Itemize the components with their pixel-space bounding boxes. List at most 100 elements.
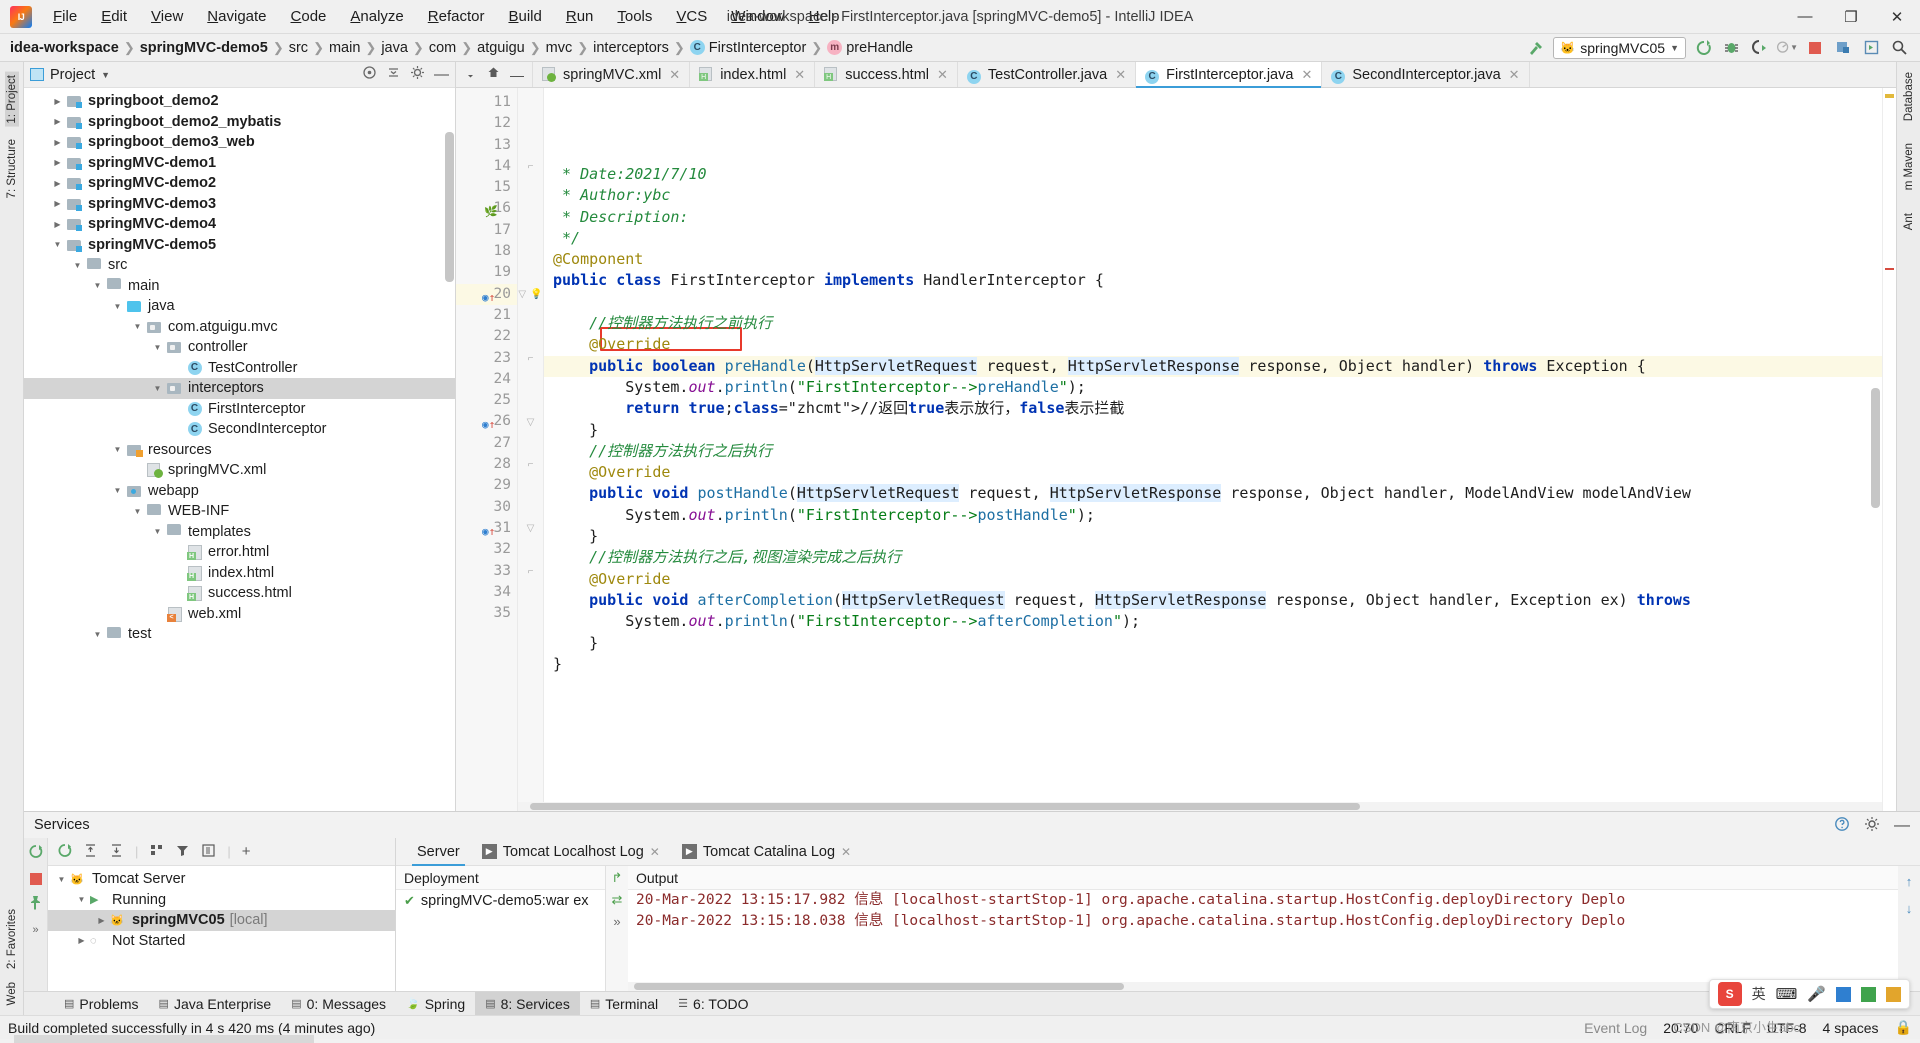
chevron-down-icon[interactable]: ▼ — [132, 506, 143, 517]
output-body[interactable]: 20-Mar-2022 13:15:17.982 信息 [localhost-s… — [628, 890, 1898, 991]
tree-row[interactable]: ▼resources — [24, 440, 455, 461]
chevron-down-icon[interactable]: ▼ — [152, 342, 163, 353]
tree-row[interactable]: springMVC.xml — [24, 460, 455, 481]
chevron-right-icon[interactable]: ▶ — [52, 198, 63, 209]
menu-item-code[interactable]: Code — [280, 4, 338, 29]
tree-row[interactable]: ▼interceptors — [24, 378, 455, 399]
tree-row[interactable]: ▼java — [24, 296, 455, 317]
editor-marker-strip[interactable] — [1882, 88, 1896, 811]
breadcrumb-item-springmvc-demo5[interactable]: springMVC-demo5 — [136, 39, 272, 57]
chevron-down-icon[interactable]: ▼ — [112, 485, 123, 496]
target-icon[interactable] — [362, 65, 377, 84]
breadcrumb-item-atguigu[interactable]: atguigu — [473, 39, 529, 57]
chevron-down-icon[interactable]: ▼ — [76, 894, 87, 905]
line-number[interactable]: 31◉↑ — [456, 518, 517, 539]
menu-item-analyze[interactable]: Analyze — [339, 4, 414, 29]
services-tab-tomcat-catalina-log[interactable]: ▶Tomcat Catalina Log✕ — [671, 838, 862, 866]
indent-setting[interactable]: 4 spaces — [1823, 1020, 1879, 1036]
code-line[interactable]: public void afterCompletion(HttpServletR… — [544, 590, 1882, 611]
fold-handle[interactable] — [518, 135, 543, 156]
search-icon[interactable] — [1888, 37, 1910, 59]
breadcrumb-item-firstinterceptor[interactable]: CFirstInterceptor — [686, 39, 811, 57]
ime-mode-label[interactable]: 英 — [1752, 984, 1766, 1004]
deployment-rows[interactable]: ✔springMVC-demo5:war ex — [396, 890, 605, 912]
code-line[interactable]: } — [544, 420, 1882, 441]
tool-window-problems[interactable]: ▤Problems — [54, 992, 149, 1016]
line-number[interactable]: 18 — [456, 241, 517, 262]
tree-row[interactable]: ▶springMVC-demo3 — [24, 194, 455, 215]
right-rail-ant[interactable]: Ant — [1903, 213, 1915, 230]
tool-window-terminal[interactable]: ▤Terminal — [580, 992, 668, 1016]
minimize-button[interactable]: — — [1782, 0, 1828, 34]
line-number[interactable]: 19 — [456, 262, 517, 283]
chevron-down-icon[interactable]: ▼ — [152, 383, 163, 394]
line-number[interactable]: 16🌿 — [456, 198, 517, 219]
debug-icon[interactable] — [1720, 37, 1742, 59]
chevron-right-icon[interactable]: ▶ — [52, 137, 63, 148]
fold-handle[interactable] — [518, 475, 543, 496]
tree-row[interactable]: ▼controller — [24, 337, 455, 358]
code-line[interactable]: @Override — [544, 569, 1882, 590]
tree-row[interactable]: index.html — [24, 563, 455, 584]
code-line[interactable]: * Author:ybc — [544, 185, 1882, 206]
editor-tab-secondinterceptor-java[interactable]: CSecondInterceptor.java✕ — [1322, 62, 1529, 87]
jump-icon[interactable]: ↱ — [612, 870, 623, 886]
tree-row[interactable]: ▼com.atguigu.mvc — [24, 317, 455, 338]
fold-handle[interactable] — [518, 241, 543, 262]
chevron-right-icon[interactable]: ▶ — [52, 178, 63, 189]
tree-row[interactable]: ▼templates — [24, 522, 455, 543]
close-icon[interactable]: ✕ — [669, 67, 680, 83]
menu-item-file[interactable]: File — [42, 4, 88, 29]
breadcrumb-item-com[interactable]: com — [425, 39, 460, 57]
tool-rail-7--structure[interactable]: 7: Structure — [6, 139, 18, 198]
tool-window-0--messages[interactable]: ▤0: Messages — [281, 992, 396, 1016]
menu-bar[interactable]: FileEditViewNavigateCodeAnalyzeRefactorB… — [42, 4, 851, 29]
tool-window-java-enterprise[interactable]: ▤Java Enterprise — [149, 992, 282, 1016]
chevron-down-icon[interactable]: ▼ — [112, 444, 123, 455]
project-tree-scrollbar[interactable] — [445, 132, 454, 282]
close-icon[interactable]: ✕ — [937, 67, 948, 83]
code-line[interactable]: //控制器方法执行之后执行 — [544, 441, 1882, 462]
fold-handle[interactable] — [518, 113, 543, 134]
breadcrumb-item-prehandle[interactable]: mpreHandle — [823, 39, 917, 57]
tree-row[interactable]: error.html — [24, 542, 455, 563]
tool-window-8--services[interactable]: ▤8: Services — [475, 992, 580, 1016]
fold-handle[interactable]: ⌐ — [518, 561, 543, 582]
line-number[interactable]: 21 — [456, 305, 517, 326]
fold-handle[interactable]: ▽ — [518, 411, 543, 432]
output-hscrollbar[interactable] — [628, 982, 1898, 991]
line-number[interactable]: 28 — [456, 454, 517, 475]
scroll-icon[interactable]: ⇄ — [612, 892, 623, 908]
services-tree-row[interactable]: ▼🐱Tomcat Server — [48, 869, 395, 890]
code-line[interactable]: //控制器方法执行之前执行 — [544, 313, 1882, 334]
run-configuration-selector[interactable]: 🐱 springMVC05 ▼ — [1553, 37, 1686, 59]
deploy-icon[interactable] — [1860, 37, 1882, 59]
menu-item-view[interactable]: View — [140, 4, 194, 29]
line-number[interactable]: 17 — [456, 220, 517, 241]
tree-row[interactable]: ▶springMVC-demo4 — [24, 214, 455, 235]
chevron-down-icon[interactable]: ▼ — [56, 874, 67, 885]
services-tree-row[interactable]: ▶◌Not Started — [48, 931, 395, 952]
tree-row[interactable]: ▼test — [24, 624, 455, 645]
rerun-icon[interactable] — [57, 843, 72, 861]
rerun-icon[interactable] — [28, 844, 43, 863]
fold-handle[interactable]: ⌐ — [518, 348, 543, 369]
chevron-down-icon[interactable]: ▼ — [152, 526, 163, 537]
menu-item-build[interactable]: Build — [497, 4, 552, 29]
menu-item-navigate[interactable]: Navigate — [196, 4, 277, 29]
code-line[interactable]: System.out.println("FirstInterceptor-->p… — [544, 377, 1882, 398]
breadcrumb-item-java[interactable]: java — [377, 39, 412, 57]
fold-handle[interactable]: ⌐ — [518, 156, 543, 177]
chevrons-icon[interactable]: » — [613, 914, 620, 929]
tool-rail-1--project[interactable]: 1: Project — [5, 72, 19, 127]
code-line[interactable]: public boolean preHandle(HttpServletRequ… — [544, 356, 1882, 377]
tree-row[interactable]: SecondInterceptor — [24, 419, 455, 440]
group-icon[interactable] — [149, 843, 164, 861]
breadcrumb[interactable]: idea-workspace❯springMVC-demo5❯src❯main❯… — [6, 39, 917, 57]
code-line[interactable]: * Date:2021/7/10 — [544, 164, 1882, 185]
fold-handle[interactable] — [518, 326, 543, 347]
code-content[interactable]: * Date:2021/7/10 * Author:ybc * Descript… — [544, 88, 1882, 811]
tree-row[interactable]: ▶springboot_demo2_mybatis — [24, 112, 455, 133]
code-line[interactable]: System.out.println("FirstInterceptor-->a… — [544, 611, 1882, 632]
fold-handle[interactable]: ▽ — [518, 518, 543, 539]
